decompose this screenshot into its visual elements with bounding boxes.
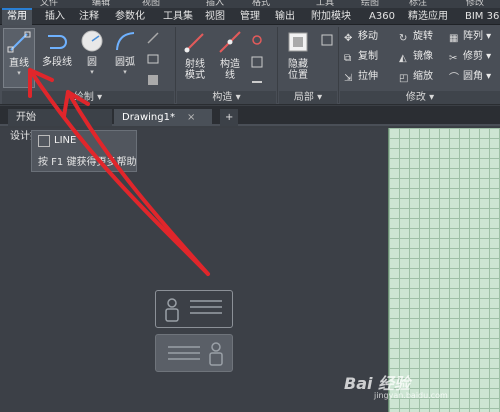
draw-panel-title[interactable]: 绘制 ▾ [2, 91, 174, 104]
new-tab-button[interactable]: + [220, 109, 239, 126]
tab-start[interactable]: 开始 [8, 109, 112, 126]
tab-bim360[interactable]: BIM 360 [460, 8, 500, 25]
gradient-icon[interactable] [146, 73, 160, 87]
scale-button[interactable]: ◰ 缩放 [399, 70, 433, 84]
menu-item[interactable]: 文件 [40, 0, 58, 8]
xline-tool-label: 构造 线 [220, 59, 240, 81]
array-button[interactable]: ▦ 阵列 ▾ [449, 30, 491, 44]
ray-tool-label: 射线 模式 [185, 59, 205, 81]
rotate-button[interactable]: ↻ 旋转 [399, 30, 433, 44]
menu-item[interactable]: 编辑 [92, 0, 110, 8]
tab-addins[interactable]: 附加模块 [306, 8, 356, 25]
line-tool-button[interactable]: 直线 ▾ [3, 28, 35, 88]
trim-icon: ✂ [449, 53, 458, 64]
tab-drawing1[interactable]: Drawing1* × [114, 109, 212, 126]
menu-item[interactable]: 视图 [142, 0, 160, 8]
arc-icon [116, 32, 135, 51]
scale-icon: ◰ [399, 73, 409, 84]
divide-icon[interactable] [250, 55, 264, 69]
ribbon-tab-bar: 常用 插入 注释 参数化 工具集 视图 管理 输出 附加模块 A360 精选应用… [0, 8, 500, 25]
hatch-icon[interactable] [146, 52, 160, 66]
tab-toolsets[interactable]: 工具集 [158, 8, 198, 25]
ray-tool-button[interactable]: 射线 模式 [181, 56, 209, 81]
move-button[interactable]: ✥ 移动 [344, 30, 378, 44]
placeholder-card-text [155, 334, 233, 372]
tab-featured-apps[interactable]: 精选应用 [403, 8, 453, 25]
line-tool-label: 直线 [9, 58, 29, 69]
rectangle-icon[interactable] [146, 31, 160, 45]
tab-annotate[interactable]: 注释 [74, 8, 104, 25]
stretch-button[interactable]: ⇲ 拉伸 [344, 70, 378, 84]
line-icon [38, 135, 50, 147]
modify-panel-title[interactable]: 修改 ▾ [340, 91, 500, 104]
polyline-tool-label: 多段线 [42, 57, 72, 68]
xline-tool-button[interactable]: 构造 线 [216, 56, 244, 81]
fillet-icon: ⌒ [449, 73, 459, 84]
circle-tool-label: 圆 [87, 57, 97, 68]
menu-item[interactable]: 插入 [206, 0, 224, 8]
circle-icon [81, 30, 103, 52]
tab-a360[interactable]: A360 [364, 8, 400, 25]
person-card-icon [165, 298, 222, 322]
copy-button[interactable]: ⧉ 复制 [344, 50, 378, 64]
chevron-down-icon[interactable]: ▾ [77, 68, 107, 76]
tooltip-command-name: LINE [54, 135, 77, 146]
tab-insert[interactable]: 插入 [40, 8, 70, 25]
hide-icon [288, 32, 308, 52]
point-icon[interactable] [250, 33, 264, 47]
region-icon[interactable] [320, 33, 334, 47]
arc-tool-button[interactable]: 圆弧 ▾ [110, 28, 140, 88]
rotate-icon: ↻ [399, 33, 408, 44]
fillet-button[interactable]: ⌒ 圆角 ▾ [449, 70, 491, 84]
hide-tool-button[interactable]: 隐藏 位置 [281, 56, 315, 81]
menu-item[interactable]: 修改 [466, 0, 484, 8]
ray-icon [184, 33, 204, 53]
text-card-icon [168, 342, 223, 366]
chevron-down-icon[interactable]: ▾ [4, 69, 34, 77]
command-tooltip: LINE 按 F1 键获得更多帮助 [31, 130, 137, 172]
menu-item[interactable]: 格式 [252, 0, 270, 8]
mirror-icon: ◭ [399, 53, 407, 64]
menu-item[interactable]: 绘图 [361, 0, 379, 8]
circle-tool-button[interactable]: 圆 ▾ [77, 28, 107, 88]
ribbon-panel: 直线 ▾ 多段线 圆 ▾ 圆弧 ▾ 绘制 ▾ 射线 模式 构造 线 构造 ▾ 隐… [0, 25, 500, 105]
polyline-icon [48, 35, 67, 49]
tab-output[interactable]: 输出 [270, 8, 300, 25]
copy-icon: ⧉ [344, 53, 352, 64]
stretch-icon: ⇲ [344, 73, 353, 84]
trim-button[interactable]: ✂ 修剪 ▾ [449, 50, 491, 64]
mirror-button[interactable]: ◭ 镜像 [399, 50, 433, 64]
tab-home[interactable]: 常用 [2, 8, 32, 25]
arc-tool-label: 圆弧 [115, 57, 135, 68]
menu-item[interactable]: 工具 [316, 0, 334, 8]
menu-item[interactable]: 标注 [409, 0, 427, 8]
tab-manage[interactable]: 管理 [235, 8, 265, 25]
tab-parametric[interactable]: 参数化 [110, 8, 150, 25]
tab-view[interactable]: 视图 [200, 8, 230, 25]
xline-icon [219, 31, 241, 53]
tooltip-help-text: 按 F1 键获得更多帮助 [38, 157, 137, 168]
local-panel-title[interactable]: 局部 ▾ [279, 91, 337, 104]
array-icon: ▦ [449, 33, 459, 44]
line-icon [7, 31, 31, 53]
polyline-tool-button[interactable]: 多段线 [40, 28, 74, 88]
chevron-down-icon[interactable]: ▾ [110, 68, 140, 76]
watermark-logo: Bai 经验 jingyan.baidu.com [344, 374, 448, 400]
measure-icon[interactable] [250, 75, 264, 89]
construct-panel-title[interactable]: 构造 ▾ [177, 91, 276, 104]
placeholder-card-person [155, 290, 233, 328]
document-tab-bar: 开始 Drawing1* × + [0, 106, 500, 126]
close-icon[interactable]: × [187, 112, 195, 123]
menu-bar: 文件 编辑 视图 插入 格式 工具 绘图 标注 修改 [0, 0, 500, 8]
move-icon: ✥ [344, 33, 353, 44]
hide-tool-label: 隐藏 位置 [288, 59, 308, 81]
